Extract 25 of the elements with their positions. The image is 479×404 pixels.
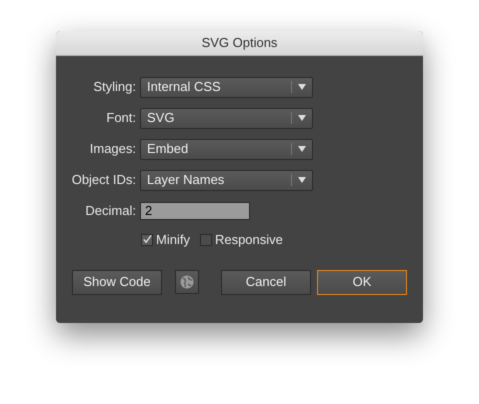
window-title: SVG Options — [202, 34, 278, 52]
field-label: Decimal: — [84, 202, 136, 220]
caret-icon — [298, 115, 306, 121]
checkbox-label[interactable]: Responsive — [214, 230, 283, 250]
dropdown[interactable]: SVG — [140, 108, 313, 128]
caret-icon — [298, 177, 306, 183]
field-label: Font: — [105, 109, 136, 128]
dialog-button[interactable]: OK — [317, 270, 407, 294]
globe-icon — [180, 275, 194, 289]
checkbox[interactable] — [141, 234, 153, 246]
caret-icon — [298, 84, 306, 90]
checkbox-label[interactable]: Minify — [156, 230, 190, 250]
checkbox[interactable] — [200, 234, 212, 246]
dropdown[interactable]: Embed — [140, 138, 313, 160]
field-label: Styling: — [92, 78, 136, 96]
field-label: Object IDs: — [70, 171, 136, 190]
dropdown[interactable]: Layer Names — [140, 170, 313, 190]
globe-button[interactable] — [175, 270, 199, 294]
caret-icon — [298, 146, 306, 152]
dropdown[interactable]: Internal CSS — [140, 76, 313, 98]
input-field[interactable]: 2 — [140, 202, 250, 220]
checkmark-icon — [142, 234, 152, 246]
dialog-button[interactable]: Cancel — [221, 270, 311, 294]
dialog-button[interactable]: Show Code — [72, 270, 162, 294]
field-label: Images: — [88, 140, 136, 158]
